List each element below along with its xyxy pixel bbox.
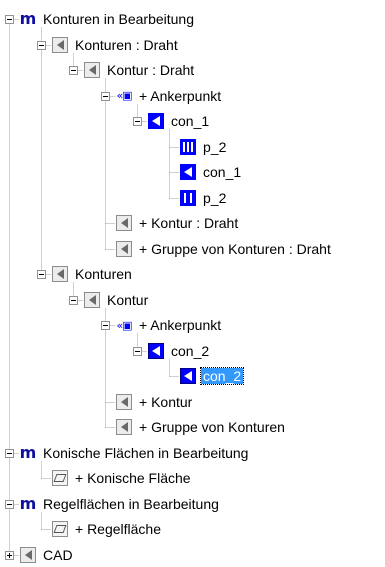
tree-node-label: + Ankerpunkt: [139, 317, 222, 333]
collapse-toggle-icon[interactable]: [133, 117, 142, 126]
gray-contour-icon: [20, 546, 36, 563]
tree-node[interactable]: «▣ + Ankerpunkt: [116, 313, 223, 337]
tree-node[interactable]: + Kontur: [116, 390, 194, 414]
tree-node[interactable]: m Konturen in Bearbeitung: [20, 7, 196, 31]
collapse-toggle-icon[interactable]: [5, 500, 14, 509]
module-m-icon: m: [19, 442, 37, 462]
collapse-toggle-icon[interactable]: [37, 270, 46, 279]
collapse-toggle-icon[interactable]: [133, 347, 142, 356]
tree-node[interactable]: p_2: [180, 186, 228, 210]
tree-node[interactable]: con_2: [180, 364, 245, 388]
tree-node-label: + Gruppe von Konturen: [139, 419, 285, 435]
gray-contour-icon: [116, 393, 132, 410]
tree-node[interactable]: «▣ + Ankerpunkt: [116, 84, 223, 108]
tree-node-label: + Konische Fläche: [75, 470, 191, 486]
tree-node-label: con_2: [171, 342, 210, 359]
surface-icon: [52, 470, 68, 486]
collapse-toggle-icon[interactable]: [5, 15, 14, 24]
tree-node[interactable]: + Gruppe von Konturen: [116, 415, 287, 439]
blue-contour-icon: [180, 164, 196, 180]
tree-node-label: Konturen in Bearbeitung: [43, 11, 194, 27]
tree-node[interactable]: + Gruppe von Konturen : Draht: [116, 237, 333, 261]
module-m-icon: m: [19, 493, 37, 513]
collapse-toggle-icon[interactable]: [101, 92, 110, 101]
collapse-toggle-icon[interactable]: [5, 449, 14, 458]
tree-node[interactable]: + Regelfläche: [52, 517, 163, 541]
tree-node-label: + Regelfläche: [75, 521, 162, 537]
tree-node-label: + Gruppe von Konturen : Draht: [139, 240, 331, 257]
gray-contour-icon: [116, 240, 132, 257]
tree-node[interactable]: m Konische Flächen in Bearbeitung: [20, 441, 250, 465]
tree-node-label: CAD: [43, 546, 73, 563]
module-m-icon: m: [19, 9, 37, 28]
gray-contour-icon: [116, 215, 132, 231]
anchor-point-icon: «▣: [116, 89, 132, 102]
collapse-toggle-icon[interactable]: [69, 296, 78, 305]
tree-node[interactable]: con_1: [180, 160, 243, 184]
tree-node[interactable]: Kontur: [84, 288, 150, 312]
gray-contour-icon: [116, 419, 132, 435]
tree-node-label: + Ankerpunkt: [139, 87, 222, 104]
blue-triple-bar-icon: [180, 138, 196, 155]
tree-node-label: Regelflächen in Bearbeitung: [43, 495, 219, 512]
collapse-toggle-icon[interactable]: [37, 41, 46, 50]
tree-node-label: Kontur: [107, 291, 149, 308]
tree-node[interactable]: Konturen: [52, 262, 134, 286]
collapse-toggle-icon[interactable]: [69, 66, 78, 75]
tree-node[interactable]: Konturen : Draht: [52, 33, 180, 57]
tree-node-label-selected: con_2: [199, 367, 245, 385]
tree-node[interactable]: m Regelflächen in Bearbeitung: [20, 492, 221, 516]
tree-node-label: con_1: [203, 164, 242, 180]
tree-node[interactable]: con_1: [148, 109, 211, 133]
gray-contour-icon: [52, 266, 68, 282]
tree-node[interactable]: + Kontur : Draht: [116, 211, 240, 235]
collapse-toggle-icon[interactable]: [101, 321, 110, 330]
blue-double-bar-icon: [180, 189, 196, 206]
tree-node-label: Konturen : Draht: [75, 36, 178, 53]
gray-contour-icon: [84, 291, 100, 308]
tree-node[interactable]: con_2: [148, 339, 211, 363]
tree-node[interactable]: p_2: [180, 135, 228, 159]
tree-node-label: Konturen: [75, 266, 132, 282]
tree-node-label: + Kontur : Draht: [139, 215, 239, 231]
blue-contour-icon: [148, 113, 164, 129]
tree-node-label: p_2: [203, 138, 227, 155]
tree-node-label: p_2: [203, 189, 227, 206]
surface-icon: [52, 521, 68, 537]
gray-contour-icon: [52, 36, 68, 53]
tree-node-label: Konische Flächen in Bearbeitung: [43, 444, 249, 461]
tree-node-label: con_1: [171, 113, 210, 129]
blue-outline-contour-icon: [148, 342, 164, 359]
tree-node[interactable]: Kontur : Draht: [84, 58, 196, 82]
tree-node[interactable]: CAD: [20, 543, 75, 567]
blue-outline-contour-icon: [180, 368, 196, 384]
expand-toggle-icon[interactable]: [5, 551, 14, 560]
tree-node-label: Kontur : Draht: [107, 62, 195, 78]
anchor-point-icon: «▣: [116, 318, 132, 332]
tree-node[interactable]: + Konische Fläche: [52, 466, 193, 490]
object-tree[interactable]: m Konturen in Bearbeitung Konturen : Draht…: [0, 0, 385, 563]
gray-contour-icon: [84, 62, 100, 78]
tree-node-label: + Kontur: [139, 393, 193, 410]
